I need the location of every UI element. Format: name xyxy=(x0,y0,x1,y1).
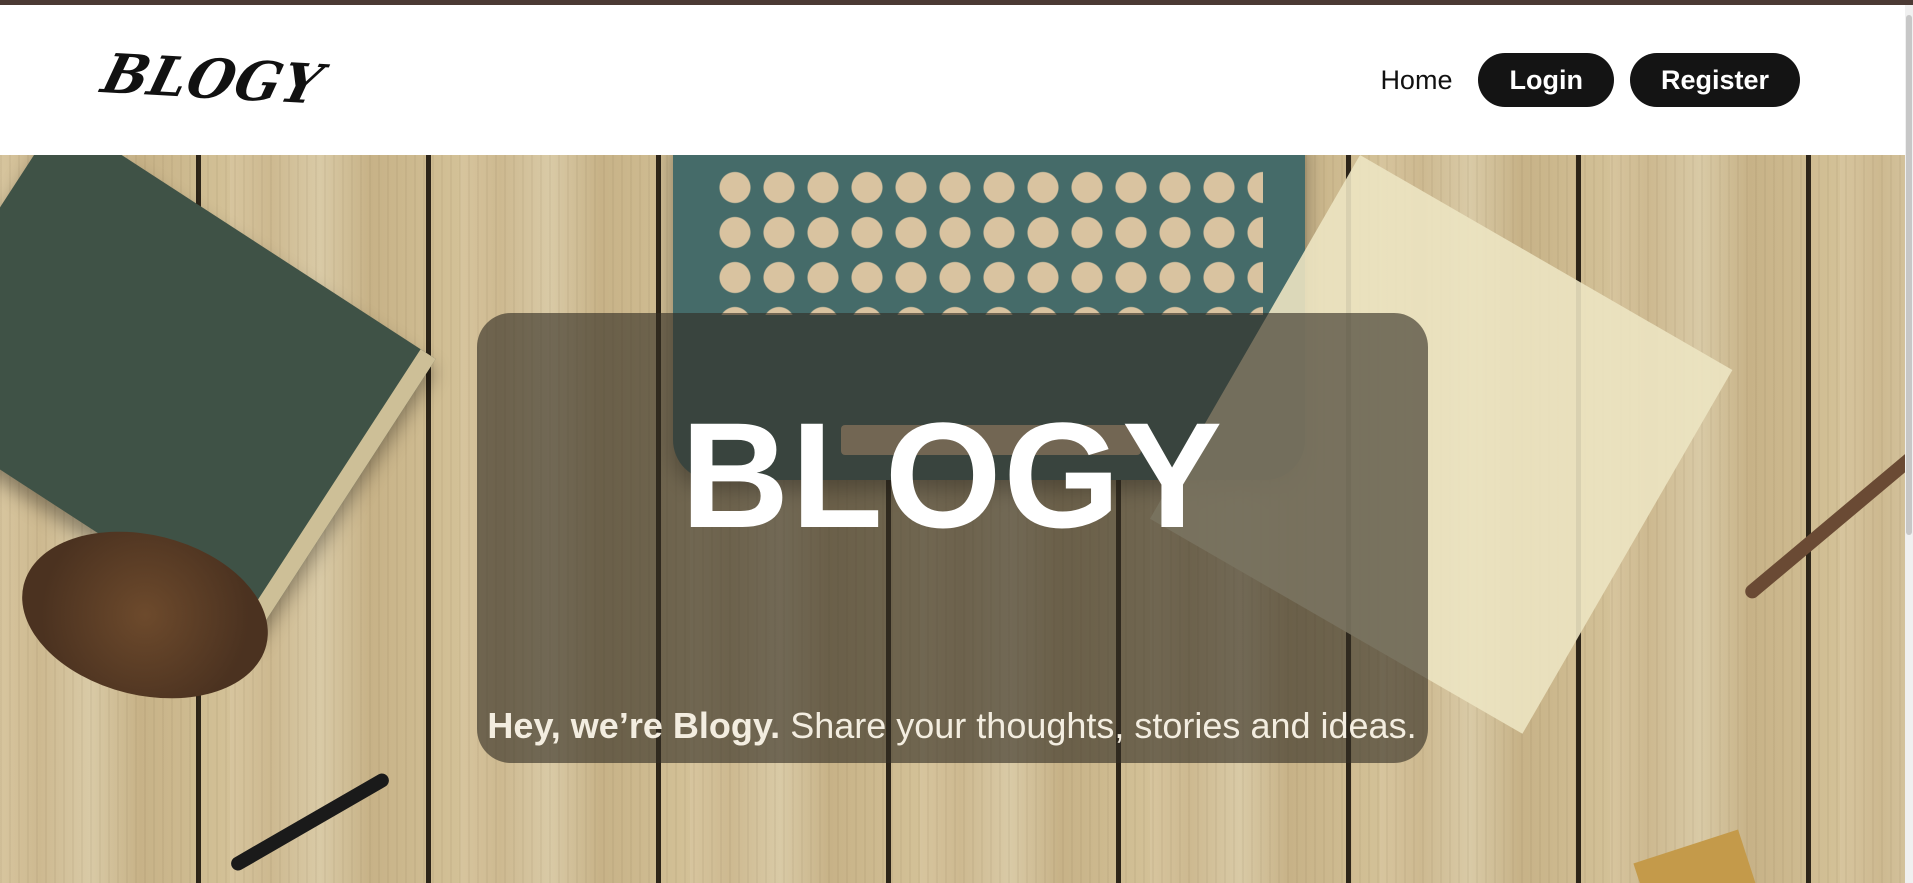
site-logo[interactable]: BLOGY xyxy=(96,41,331,116)
nav-home-link[interactable]: Home xyxy=(1370,65,1462,96)
typewriter-keys xyxy=(713,165,1263,315)
login-button[interactable]: Login xyxy=(1478,53,1614,107)
page-scrollbar[interactable] xyxy=(1905,5,1913,883)
register-button[interactable]: Register xyxy=(1629,53,1800,107)
navbar: BLOGY Home Login Register xyxy=(0,5,1905,155)
scrollbar-thumb[interactable] xyxy=(1906,15,1912,535)
hero-tagline-bold: Hey, we’re Blogy. xyxy=(487,705,781,746)
hero-tagline-text: Share your thoughts, stories and ideas. xyxy=(780,705,1417,746)
hero-section: BLOGY Hey, we’re Blogy. Share your thoug… xyxy=(0,155,1905,883)
hero-tagline: Hey, we’re Blogy. Share your thoughts, s… xyxy=(487,698,1417,754)
nav-links: Home Login Register xyxy=(1370,53,1800,107)
hero-title: BLOGY xyxy=(680,391,1225,559)
